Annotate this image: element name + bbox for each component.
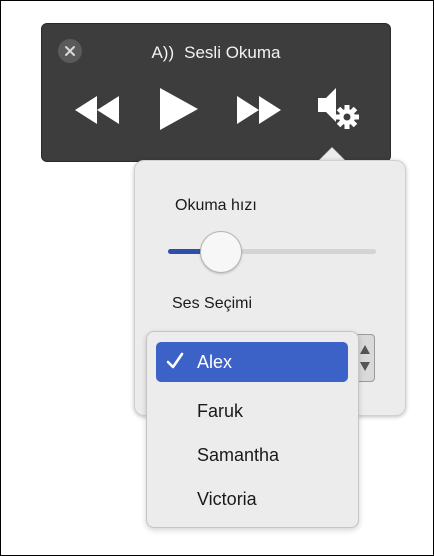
player-title: A)) Sesli Okuma bbox=[42, 43, 390, 63]
voice-option-victoria[interactable]: Victoria bbox=[156, 479, 348, 519]
read-aloud-player: A)) Sesli Okuma bbox=[41, 23, 391, 162]
rewind-icon bbox=[75, 96, 119, 124]
play-button[interactable] bbox=[160, 88, 198, 135]
checkmark-icon bbox=[166, 352, 184, 369]
voice-option-label: Samantha bbox=[197, 444, 280, 465]
reading-speed-label: Okuma hızı bbox=[175, 197, 257, 214]
player-title-text: Sesli Okuma bbox=[184, 43, 281, 62]
reading-speed-slider[interactable] bbox=[168, 231, 376, 273]
fast-forward-button[interactable] bbox=[237, 96, 281, 129]
speaker-waves-icon: A)) bbox=[151, 43, 175, 62]
voice-settings-button[interactable] bbox=[318, 88, 360, 135]
chevron-down-icon bbox=[360, 362, 370, 371]
voice-option-label: Faruk bbox=[197, 400, 244, 421]
voice-selection-label: Ses Seçimi bbox=[172, 295, 253, 312]
voice-dropdown-menu: Alex Faruk Samantha Victoria bbox=[146, 331, 359, 528]
speaker-gear-icon bbox=[318, 88, 359, 129]
play-icon bbox=[160, 88, 198, 130]
voice-option-samantha[interactable]: Samantha bbox=[156, 435, 348, 475]
voice-option-label: Alex bbox=[197, 351, 233, 372]
voice-option-faruk[interactable]: Faruk bbox=[156, 391, 348, 431]
voice-option-alex[interactable]: Alex bbox=[156, 342, 348, 382]
rewind-button[interactable] bbox=[75, 96, 119, 129]
chevron-up-icon bbox=[360, 345, 370, 354]
slider-thumb[interactable] bbox=[200, 231, 242, 273]
voice-option-label: Victoria bbox=[197, 488, 257, 509]
fast-forward-icon bbox=[237, 96, 281, 124]
